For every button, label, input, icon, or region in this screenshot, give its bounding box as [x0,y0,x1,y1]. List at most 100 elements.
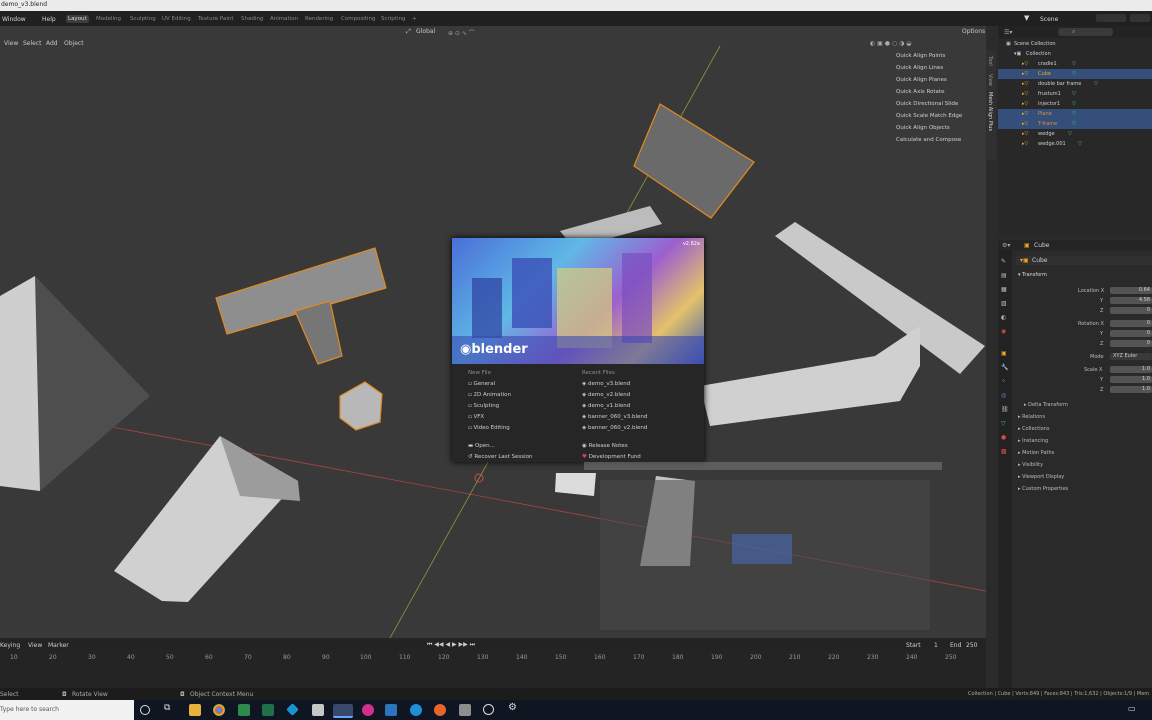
recent-file-link[interactable]: ◈ demo_v2.blend [582,392,630,398]
tab-sculpting[interactable]: Sculpting [128,15,158,23]
object-tab-icon[interactable]: ▣ [1001,350,1007,357]
tab-uv-editing[interactable]: UV Editing [160,15,193,23]
constraints-tab-icon[interactable]: ⛓ [1001,406,1009,413]
rotation-y-field[interactable]: 0 [1110,330,1152,337]
outliner-row[interactable]: ▸▽ double bar frame ▽ [998,79,1152,89]
collections-section[interactable]: ▸ Collections [1018,426,1049,432]
release-notes-link[interactable]: ◉ Release Notes [582,443,628,449]
rotation-z-field[interactable]: 0 [1110,340,1152,347]
recent-file-link[interactable]: ◈ banner_060_v2.blend [582,425,647,431]
tab-shading[interactable]: Shading [239,15,265,23]
npanel-tab-mesh-align-plus[interactable]: Mesh Align Plus [987,92,993,131]
tab-modeling[interactable]: Modeling [94,15,123,23]
spreadsheet-icon[interactable] [262,704,274,716]
settings-gear-icon[interactable]: ⚙ [508,702,520,714]
tab-layout[interactable]: Layout [66,15,89,23]
timeline-menu-marker[interactable]: Marker [48,642,69,649]
app-icon[interactable] [459,704,471,716]
outliner-row[interactable]: ▸▽ frustum1 ▽ [998,89,1152,99]
texture-tab-icon[interactable]: ▩ [1001,448,1007,455]
timeline-ruler[interactable]: 10 20 30 40 50 60 70 80 90 100 110 120 1… [0,654,986,662]
scene-tab-icon[interactable]: ◐ [1001,314,1006,321]
task-view-icon[interactable]: ⧉ [164,703,176,715]
location-x-field[interactable]: 0.64 [1110,287,1152,294]
outliner-editor-icon[interactable]: ☰▾ [1004,29,1012,36]
tab-compositing[interactable]: Compositing [339,15,377,23]
new-file-vfx-link[interactable]: ▫ VFX [468,414,484,420]
tool-icon[interactable] [312,704,324,716]
physics-tab-icon[interactable]: ◎ [1001,392,1006,399]
scale-y-field[interactable]: 1.0 [1110,376,1152,383]
particles-tab-icon[interactable]: ⁘ [1001,378,1006,385]
output-tab-icon[interactable]: ▦ [1001,286,1007,293]
quick-align-objects-button[interactable]: Quick Align Objects [896,125,950,131]
transform-orientation-dropdown[interactable]: Global [416,28,435,35]
scale-z-field[interactable]: 1.0 [1110,386,1152,393]
notepad-icon[interactable] [238,704,250,716]
custom-properties-section[interactable]: ▸ Custom Properties [1018,486,1068,492]
material-tab-icon[interactable]: ● [1001,434,1006,441]
add-workspace-icon[interactable]: + [410,15,419,23]
visibility-section[interactable]: ▸ Visibility [1018,462,1043,468]
firefox-icon[interactable] [434,704,446,716]
new-file-sculpting-link[interactable]: ▫ Sculpting [468,403,499,409]
outliner-search-input[interactable] [1058,28,1113,36]
quick-align-points-button[interactable]: Quick Align Points [896,53,945,59]
calculate-and-compose-button[interactable]: Calculate and Compose [896,137,961,143]
pivot-icon[interactable]: ⊕ ⊙ ∿ ⌒ [448,28,475,37]
delta-transform-section[interactable]: ▸ Delta Transform [1024,402,1068,408]
start-frame-field[interactable]: 1 [934,642,938,649]
outliner-collection-row[interactable]: ▾▣ Collection [998,49,1152,59]
rotation-x-field[interactable]: 0 [1110,320,1152,327]
outliner-row[interactable]: ▸▽ wedge.001 ▽ [998,139,1152,149]
open-file-link[interactable]: ▬ Open... [468,443,495,449]
skype-icon[interactable] [410,704,422,716]
recent-file-link[interactable]: ◈ demo_v1.blend [582,403,630,409]
viewport-menu-object[interactable]: Object [64,40,84,47]
location-z-field[interactable]: 0 [1110,307,1152,314]
cortana-icon[interactable] [140,705,150,715]
menu-window[interactable]: Window [2,16,26,23]
recent-file-link[interactable]: ◈ demo_v3.blend [582,381,630,387]
end-frame-field[interactable]: 250 [966,642,977,649]
steam-icon[interactable] [385,704,397,716]
tab-rendering[interactable]: Rendering [303,15,335,23]
new-file-2d-animation-link[interactable]: ▫ 2D Animation [468,392,511,398]
tab-animation[interactable]: Animation [268,15,300,23]
data-tab-icon[interactable]: ▽ [1001,420,1006,427]
menu-help[interactable]: Help [42,16,56,23]
obs-icon[interactable] [483,704,494,715]
outliner-root-row[interactable]: ▣ Scene Collection [998,39,1152,49]
viewport-menu-select[interactable]: Select [23,40,42,47]
music-icon[interactable] [362,704,374,716]
relations-section[interactable]: ▸ Relations [1018,414,1045,420]
recover-session-link[interactable]: ↺ Recover Last Session [468,454,533,460]
view-layer-tab-icon[interactable]: ▧ [1001,300,1007,307]
instancing-section[interactable]: ▸ Instancing [1018,438,1048,444]
quick-axis-rotate-button[interactable]: Quick Axis Rotate [896,89,944,95]
transform-header[interactable]: ▾ Transform [1018,272,1047,278]
scene-browser[interactable] [1096,14,1126,22]
quick-scale-match-edge-button[interactable]: Quick Scale Match Edge [896,113,962,119]
npanel-tab-view[interactable]: View [987,74,993,86]
outliner-row[interactable]: ▸▽ T-frame ▽ [998,119,1152,129]
new-file-video-editing-link[interactable]: ▫ Video Editing [468,425,510,431]
view-layer-field[interactable] [1130,14,1150,22]
development-fund-link[interactable]: ♥ Development Fund [582,454,641,460]
scale-x-field[interactable]: 1.0 [1110,366,1152,373]
scene-name[interactable]: Scene [1040,16,1058,23]
recent-file-link[interactable]: ◈ banner_060_v3.blend [582,414,647,420]
timeline-menu-keying[interactable]: Keying [0,642,20,649]
system-tray-icon[interactable]: ▭ [1128,704,1140,716]
tab-scripting[interactable]: Scripting [379,15,407,23]
quick-directional-slide-button[interactable]: Quick Directional Slide [896,101,958,107]
file-explorer-icon[interactable] [189,704,201,716]
tool-tab-icon[interactable]: ✎ [1001,258,1006,265]
blender-taskbar-icon[interactable] [333,704,353,718]
new-file-general-link[interactable]: ▫ General [468,381,495,387]
modifier-tab-icon[interactable]: 🔧 [1001,364,1008,371]
tab-texture-paint[interactable]: Texture Paint [196,15,236,23]
viewport-menu-add[interactable]: Add [46,40,58,47]
npanel-tab-tool[interactable]: Tool [987,56,993,66]
outliner-row[interactable]: ▸▽ Plane ▽ [998,109,1152,119]
